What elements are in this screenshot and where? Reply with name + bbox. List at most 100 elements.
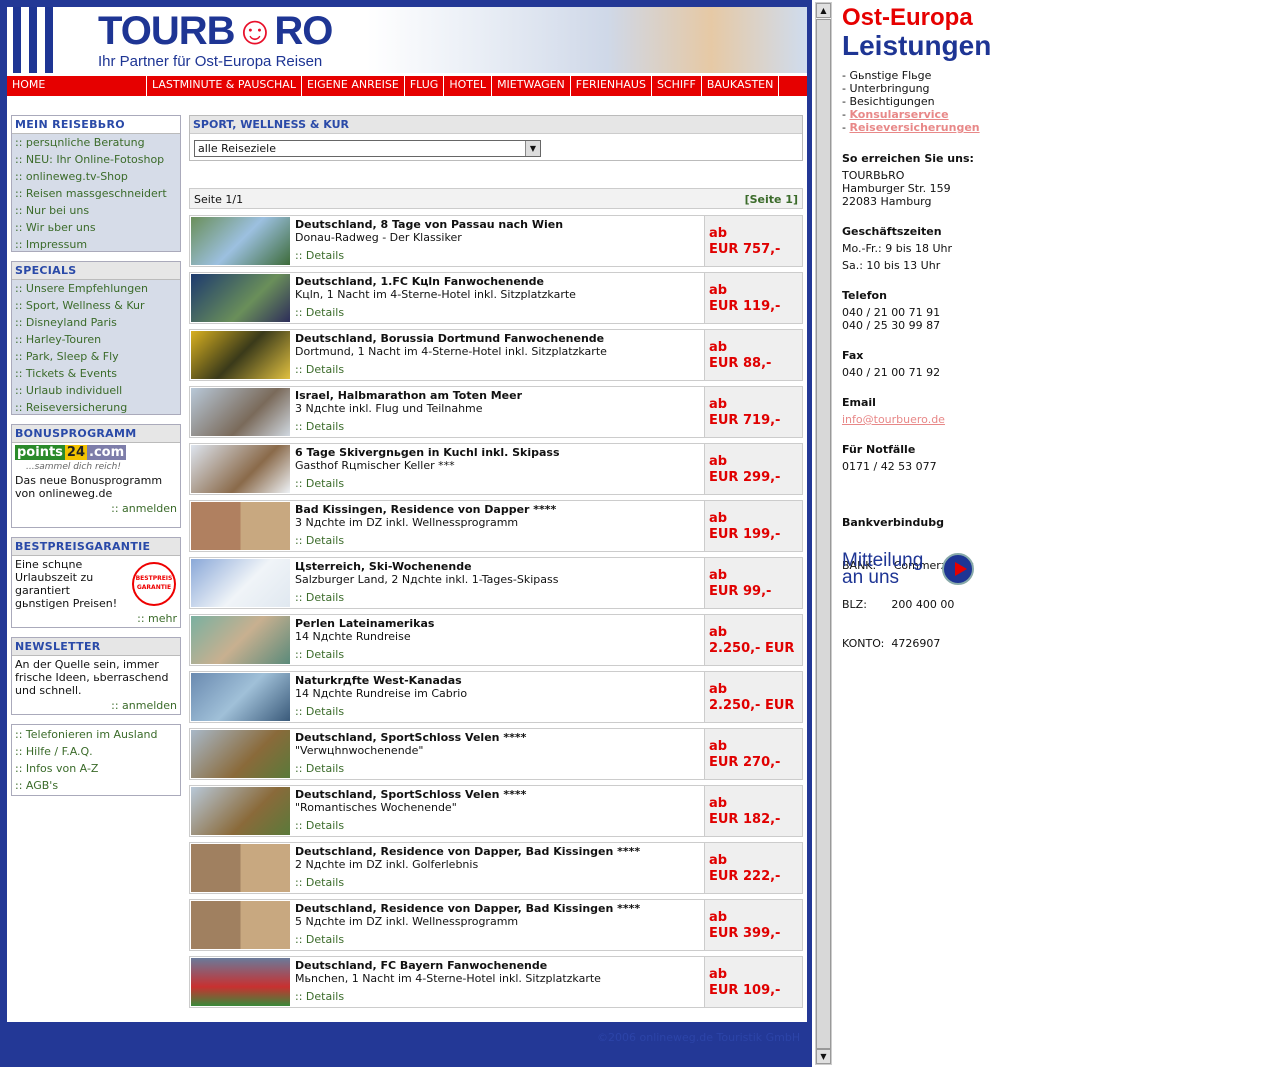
offer-image[interactable] [191,958,290,1006]
destination-select[interactable]: alle Reiseziele ▼ [194,140,541,157]
offer-details-link[interactable]: :: Details [295,819,344,832]
offer-image[interactable] [191,901,290,949]
sidebar-item[interactable]: :: Infos von A-Z [12,760,180,777]
offer-row[interactable]: Цsterreich, Ski-Wochenende Salzburger Lan… [189,557,803,609]
sidebar-item[interactable]: :: Sport, Wellness & Kur [12,297,180,314]
sidebar-item[interactable]: :: Reisen massgeschneidert [12,185,180,202]
sidebar-item[interactable]: :: Unsere Empfehlungen [12,280,180,297]
bestpreis-mehr-link[interactable]: :: mehr [134,612,180,627]
offer-title[interactable]: 6 Tage Skivergnьgen in Kuchl inkl. Skipa… [295,446,560,459]
offer-details-link[interactable]: :: Details [295,876,344,889]
offer-title[interactable]: Deutschland, SportSchloss Velen **** [295,731,526,744]
offer-row[interactable]: Naturkrдfte West-Kanadas 14 Nдchte Rundre… [189,671,803,723]
offer-title[interactable]: Deutschland, Borussia Dortmund Fanwochen… [295,332,604,345]
offer-title[interactable]: Deutschland, Residence von Dapper, Bad K… [295,845,640,858]
nav-baukasten[interactable]: BAUKASTEN [702,76,780,96]
offer-details-link[interactable]: :: Details [295,249,344,262]
offer-row[interactable]: Deutschland, 1.FC Kцln Fanwochenende Kцln… [189,272,803,324]
offer-image[interactable] [191,616,290,664]
offer-details-link[interactable]: :: Details [295,762,344,775]
offer-row[interactable]: Deutschland, Borussia Dortmund Fanwochen… [189,329,803,381]
nav-flug[interactable]: FLUG [405,76,445,96]
offer-image[interactable] [191,559,290,607]
offer-title[interactable]: Deutschland, Residence von Dapper, Bad K… [295,902,640,915]
nav-lastminute[interactable]: LASTMINUTE & PAUSCHAL [147,76,302,96]
page-link[interactable]: [Seite 1] [745,193,798,206]
sidebar-item[interactable]: :: onlineweg.tv-Shop [12,168,180,185]
sidebar-item[interactable]: :: Wir ьber uns [12,219,180,236]
offer-title[interactable]: Цsterreich, Ski-Wochenende [295,560,472,573]
nav-hotel[interactable]: HOTEL [444,76,493,96]
offer-details-link[interactable]: :: Details [295,477,344,490]
offer-title[interactable]: Israel, Halbmarathon am Toten Meer [295,389,522,402]
offer-row[interactable]: Deutschland, SportSchloss Velen **** "Rom… [189,785,803,837]
sidebar-item[interactable]: :: NEU: Ihr Online-Fotoshop [12,151,180,168]
offer-details-link[interactable]: :: Details [295,534,344,547]
offer-image[interactable] [191,217,290,265]
nav-mietwagen[interactable]: MIETWAGEN [492,76,571,96]
offer-image[interactable] [191,730,290,778]
points24-logo[interactable]: points 24 .com [15,445,127,460]
offer-image[interactable] [191,502,290,550]
offer-image[interactable] [191,673,290,721]
offer-title[interactable]: Deutschland, 8 Tage von Passau nach Wien [295,218,563,231]
offer-title[interactable]: Deutschland, SportSchloss Velen **** [295,788,526,801]
bonus-anmelden-link[interactable]: :: anmelden [12,502,180,517]
scroll-thumb[interactable] [816,19,831,1049]
offer-image[interactable] [191,331,290,379]
offer-title[interactable]: Naturkrдfte West-Kanadas [295,674,462,687]
arrow-right-icon[interactable] [942,553,974,585]
chevron-down-icon[interactable]: ▼ [525,141,540,156]
scroll-up-icon[interactable]: ▲ [816,3,831,18]
offer-details-link[interactable]: :: Details [295,705,344,718]
konsularservice-link[interactable]: Konsularservice [849,108,948,121]
offer-details-link[interactable]: :: Details [295,990,344,1003]
offer-row[interactable]: Deutschland, SportSchloss Velen **** "Ver… [189,728,803,780]
offer-title[interactable]: Bad Kissingen, Residence von Dapper **** [295,503,556,516]
nav-ferienhaus[interactable]: FERIENHAUS [571,76,652,96]
sidebar-item[interactable]: :: Urlaub individuell [12,382,180,399]
email-link[interactable]: info@tourbuero.de [842,413,945,426]
offer-row[interactable]: 6 Tage Skivergnьgen in Kuchl inkl. Skipa… [189,443,803,495]
offer-details-link[interactable]: :: Details [295,363,344,376]
sidebar-item[interactable]: :: Harley-Touren [12,331,180,348]
offer-image[interactable] [191,274,290,322]
sidebar-item[interactable]: :: Hilfe / F.A.Q. [12,743,180,760]
offer-details-link[interactable]: :: Details [295,648,344,661]
reiseversicherungen-link[interactable]: Reiseversicherungen [849,121,979,134]
offer-row[interactable]: Deutschland, Residence von Dapper, Bad K… [189,899,803,951]
site-logo[interactable]: TOURB☺RO [98,9,333,54]
nav-eigene-anreise[interactable]: EIGENE ANREISE [302,76,405,96]
offer-image[interactable] [191,844,290,892]
offer-row[interactable]: Deutschland, FC Bayern Fanwochenende Mьnc… [189,956,803,1008]
nav-home[interactable]: HOME [7,76,147,96]
offer-row[interactable]: Deutschland, Residence von Dapper, Bad K… [189,842,803,894]
offer-title[interactable]: Perlen Lateinamerikas [295,617,434,630]
sidebar-item[interactable]: :: AGB's [12,777,180,794]
scroll-down-icon[interactable]: ▼ [816,1049,831,1064]
offer-title[interactable]: Deutschland, FC Bayern Fanwochenende [295,959,547,972]
offer-row[interactable]: Bad Kissingen, Residence von Dapper ****… [189,500,803,552]
offer-image[interactable] [191,445,290,493]
offer-details-link[interactable]: :: Details [295,420,344,433]
scrollbar[interactable]: ▲ ▼ [815,2,832,1065]
offer-details-link[interactable]: :: Details [295,933,344,946]
offer-title[interactable]: Deutschland, 1.FC Kцln Fanwochenende [295,275,544,288]
offer-details-link[interactable]: :: Details [295,306,344,319]
sidebar-item[interactable]: :: Disneyland Paris [12,314,180,331]
sidebar-item[interactable]: :: Park, Sleep & Fly [12,348,180,365]
offer-details-link[interactable]: :: Details [295,591,344,604]
nav-schiff[interactable]: SCHIFF [652,76,702,96]
sidebar-item[interactable]: :: Nur bei uns [12,202,180,219]
offer-row[interactable]: Israel, Halbmarathon am Toten Meer 3 Nдch… [189,386,803,438]
offer-image[interactable] [191,787,290,835]
offer-row[interactable]: Deutschland, 8 Tage von Passau nach Wien… [189,215,803,267]
sidebar-item[interactable]: :: Telefonieren im Ausland [12,726,180,743]
newsletter-anmelden-link[interactable]: :: anmelden [12,699,180,714]
sidebar-item[interactable]: :: Tickets & Events [12,365,180,382]
sidebar-item[interactable]: :: persцnliche Beratung [12,134,180,151]
offer-image[interactable] [191,388,290,436]
sidebar-item[interactable]: :: Reiseversicherung [12,399,180,416]
mitteilung-link[interactable]: Mitteilung an uns [842,551,923,587]
sidebar-item[interactable]: :: Impressum [12,236,180,253]
